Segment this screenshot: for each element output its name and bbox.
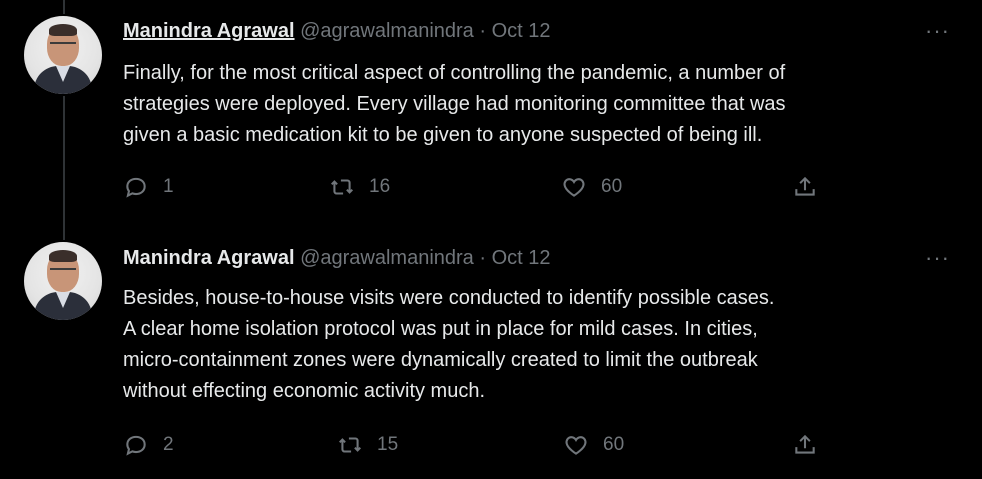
tweet-date[interactable]: Oct 12 xyxy=(492,20,551,42)
tweet-date[interactable]: Oct 12 xyxy=(492,247,551,269)
tweet-actions: 2 15 60 xyxy=(123,432,843,462)
reply-button[interactable]: 2 xyxy=(123,432,174,458)
retweet-icon xyxy=(338,437,362,453)
author-name[interactable]: Manindra Agrawal xyxy=(123,247,295,269)
reply-count: 1 xyxy=(163,176,174,197)
retweet-button[interactable]: 16 xyxy=(329,174,390,200)
reply-button[interactable]: 1 xyxy=(123,174,174,200)
more-icon[interactable]: ··· xyxy=(925,245,950,271)
like-count: 60 xyxy=(601,176,623,197)
tweet-text-line: Finally, for the most critical aspect of… xyxy=(123,62,786,84)
tweet-text-line: Besides, house-to-house visits were cond… xyxy=(123,287,775,309)
avatar[interactable] xyxy=(24,16,102,94)
like-button[interactable]: 60 xyxy=(561,174,622,200)
reply-count: 2 xyxy=(163,434,174,455)
reply-icon xyxy=(126,177,146,198)
tweet-text-line: micro-containment zones were dynamically… xyxy=(123,349,758,371)
avatar[interactable] xyxy=(24,242,102,320)
more-icon[interactable]: ··· xyxy=(925,18,950,44)
share-icon xyxy=(795,434,815,454)
tweet-text-line: without effecting economic activity much… xyxy=(123,380,486,402)
reply-icon xyxy=(126,435,146,456)
share-icon xyxy=(795,176,815,196)
retweet-count: 15 xyxy=(377,434,399,455)
heart-icon xyxy=(565,436,587,455)
tweet-text-line: given a basic medication kit to be given… xyxy=(123,124,763,146)
tweet-header: Manindra Agrawal @agrawalmanindra · Oct … xyxy=(123,247,551,270)
share-button[interactable] xyxy=(792,432,832,458)
retweet-button[interactable]: 15 xyxy=(337,432,398,458)
tweet-text: Finally, for the most critical aspect of… xyxy=(123,58,963,151)
retweet-count: 16 xyxy=(369,176,391,197)
author-handle[interactable]: @agrawalmanindra xyxy=(300,20,474,42)
retweet-icon xyxy=(330,179,354,195)
tweet-text: Besides, house-to-house visits were cond… xyxy=(123,283,963,407)
like-button[interactable]: 60 xyxy=(563,432,624,458)
separator: · xyxy=(479,247,487,269)
like-count: 60 xyxy=(603,434,625,455)
heart-icon xyxy=(563,178,585,197)
share-button[interactable] xyxy=(792,174,832,200)
author-name[interactable]: Manindra Agrawal xyxy=(123,20,295,42)
author-handle[interactable]: @agrawalmanindra xyxy=(300,247,474,269)
tweet-actions: 1 16 60 xyxy=(123,174,843,204)
tweet-text-line: A clear home isolation protocol was put … xyxy=(123,318,758,340)
separator: · xyxy=(479,20,487,42)
tweet[interactable]: Manindra Agrawal @agrawalmanindra · Oct … xyxy=(0,0,982,225)
tweet-text-line: strategies were deployed. Every village … xyxy=(123,93,786,115)
tweet[interactable]: Manindra Agrawal @agrawalmanindra · Oct … xyxy=(0,225,982,479)
tweet-header: Manindra Agrawal @agrawalmanindra · Oct … xyxy=(123,20,551,43)
